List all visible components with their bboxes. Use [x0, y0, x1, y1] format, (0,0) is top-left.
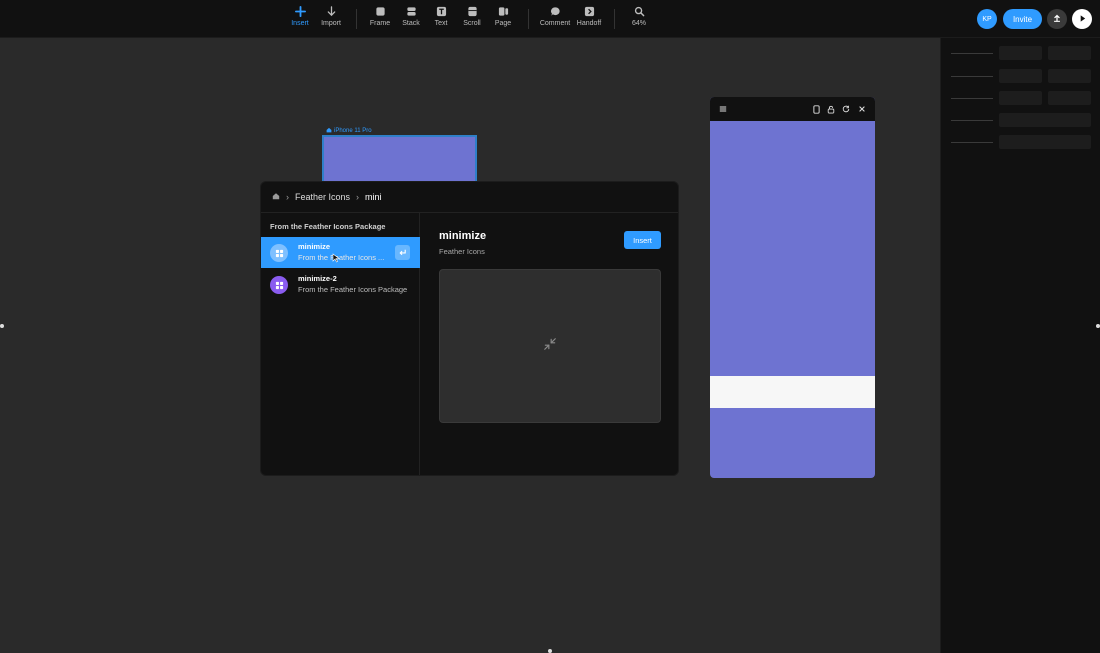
home-icon[interactable]	[272, 192, 280, 202]
panel-field[interactable]	[999, 135, 1091, 149]
panel-row-divider	[951, 120, 993, 121]
invite-button[interactable]: Invite	[1003, 9, 1042, 29]
list-item-name: minimize-2	[298, 274, 337, 283]
panel-field[interactable]	[1048, 91, 1091, 105]
section-title: From the Feather Icons Package	[270, 222, 386, 231]
handoff-tool[interactable]: Handoff	[571, 5, 607, 33]
scroll-icon	[467, 5, 478, 18]
insert-tool-label: Insert	[291, 20, 309, 27]
resize-handle[interactable]	[0, 324, 4, 328]
page-tool[interactable]: Page	[485, 5, 521, 33]
refresh-icon[interactable]	[840, 103, 852, 115]
panel-field[interactable]	[1048, 69, 1091, 83]
panel-row-divider	[951, 98, 993, 99]
insert-icon-modal: › Feather Icons › mini From the Feather …	[260, 181, 679, 476]
list-item-subtitle: From the Feather Icons Package	[298, 285, 408, 294]
import-tool-label: Import	[321, 20, 341, 27]
publish-button[interactable]	[1047, 9, 1067, 29]
list-item-subtitle: From the Feather Icons ...	[298, 253, 385, 262]
frame-tool-label: Frame	[369, 20, 391, 27]
page-icon	[498, 5, 509, 18]
stack-icon	[406, 5, 417, 18]
comment-icon	[550, 5, 561, 18]
breadcrumb-current: mini	[365, 192, 382, 202]
download-arrow-icon	[326, 5, 337, 18]
play-icon	[1078, 10, 1087, 28]
top-toolbar: Insert Import Frame Stack Text Scroll Pa…	[0, 0, 1100, 38]
upload-icon	[1052, 10, 1062, 28]
results-list: From the Feather Icons Package minimize …	[261, 213, 420, 475]
list-item[interactable]: minimize-2 From the Feather Icons Packag…	[261, 269, 420, 300]
enter-key-icon	[395, 245, 410, 260]
panel-row-divider	[951, 76, 993, 77]
panel-field[interactable]	[1048, 46, 1091, 60]
import-tool[interactable]: Import	[313, 5, 349, 33]
toolbar-divider	[356, 9, 357, 29]
minimize-icon	[543, 337, 557, 356]
preview-play-button[interactable]	[1072, 9, 1092, 29]
comment-tool-label: Comment	[539, 20, 571, 27]
zoom-tool[interactable]: 64%	[621, 5, 657, 33]
scroll-tool-label: Scroll	[463, 20, 481, 27]
text-tool-label: Text	[434, 20, 448, 27]
list-item-name: minimize	[298, 242, 331, 251]
handoff-tool-label: Handoff	[576, 20, 602, 27]
device-content-band	[710, 376, 875, 408]
properties-panel	[940, 38, 1100, 653]
chevron-right-icon: ›	[286, 192, 289, 202]
home-icon	[326, 127, 332, 135]
frame-icon	[375, 5, 386, 18]
mouse-cursor-icon	[332, 250, 340, 268]
panel-row-divider	[951, 53, 993, 54]
grid-icon	[270, 276, 288, 294]
toolbar-divider	[614, 9, 615, 29]
chevron-right-icon: ›	[356, 192, 360, 202]
preview-title: minimize	[439, 230, 487, 242]
icon-preview-pane: minimize Feather Icons Insert	[420, 213, 678, 475]
device-preview	[710, 97, 875, 478]
close-icon[interactable]	[856, 103, 868, 115]
canvas-frame[interactable]	[322, 135, 477, 185]
toolbar-divider	[528, 9, 529, 29]
preview-subtitle: Feather Icons	[439, 247, 485, 256]
list-item[interactable]: minimize From the Feather Icons ...	[261, 237, 420, 268]
panel-field[interactable]	[999, 69, 1042, 83]
device-preview-toolbar	[710, 97, 875, 121]
resize-handle[interactable]	[548, 649, 552, 653]
text-icon	[436, 5, 447, 18]
grid-icon	[270, 244, 288, 262]
handoff-icon	[584, 5, 595, 18]
menu-icon[interactable]	[717, 103, 729, 115]
stack-tool-label: Stack	[402, 20, 420, 27]
unlock-icon[interactable]	[825, 103, 837, 115]
comment-tool[interactable]: Comment	[537, 5, 573, 33]
plus-icon	[294, 5, 306, 18]
breadcrumb: › Feather Icons › mini	[261, 182, 678, 213]
frame-label[interactable]: iPhone 11 Pro	[326, 127, 372, 135]
zoom-level: 64%	[631, 20, 646, 27]
panel-field[interactable]	[999, 46, 1042, 60]
resize-handle[interactable]	[1096, 324, 1100, 328]
panel-field[interactable]	[999, 113, 1091, 127]
frame-label-text: iPhone 11 Pro	[334, 128, 372, 134]
preview-canvas	[439, 269, 661, 423]
panel-row-divider	[951, 142, 993, 143]
page-tool-label: Page	[494, 20, 512, 27]
insert-button[interactable]: Insert	[624, 231, 661, 249]
device-icon[interactable]	[810, 103, 822, 115]
panel-field[interactable]	[999, 91, 1042, 105]
zoom-icon	[634, 5, 645, 18]
avatar[interactable]: KP	[977, 9, 997, 29]
breadcrumb-item[interactable]: Feather Icons	[295, 192, 350, 202]
